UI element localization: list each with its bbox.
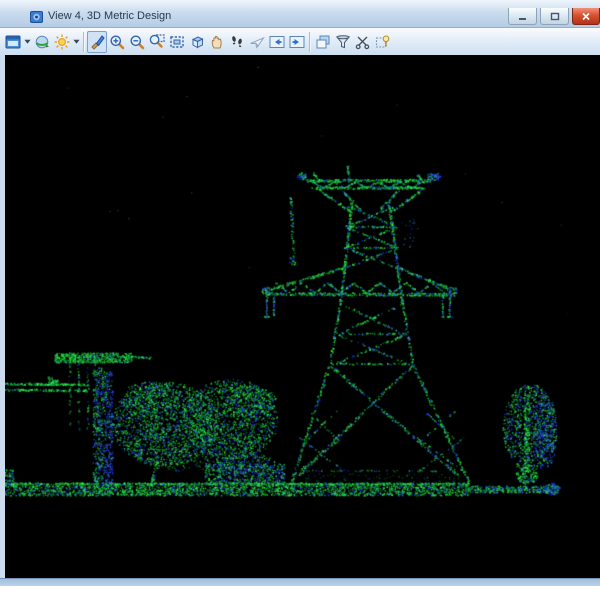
pan-view-icon <box>209 34 225 50</box>
toolbar-separator <box>309 32 311 52</box>
screen: { "window": { "title": "View 4, 3D Metri… <box>0 0 600 600</box>
view-toolbar <box>0 28 600 56</box>
viewport <box>0 55 600 578</box>
fit-view-button[interactable] <box>167 31 187 53</box>
view-next-icon <box>289 34 305 50</box>
copy-view-icon <box>315 34 331 50</box>
walk-button[interactable] <box>227 31 247 53</box>
zoom-out-button[interactable] <box>127 31 147 53</box>
view-attributes-button[interactable] <box>3 31 23 53</box>
toolbar-separator <box>83 32 85 52</box>
apply-clip-volume-icon <box>375 34 391 50</box>
view-next-button[interactable] <box>287 31 307 53</box>
title-bar-left: View 4, 3D Metric Design <box>0 10 171 27</box>
display-style-icon <box>34 34 50 50</box>
display-style-button[interactable] <box>32 31 52 53</box>
window-title: View 4, 3D Metric Design <box>48 10 171 22</box>
adjust-view-brightness-button[interactable] <box>52 31 72 53</box>
close-button[interactable] <box>572 8 600 25</box>
copy-view-button[interactable] <box>313 31 333 53</box>
apply-clip-volume-button[interactable] <box>373 31 393 53</box>
clip-mask-icon <box>355 34 371 50</box>
view-window: View 4, 3D Metric Design <box>0 0 600 586</box>
fly-icon <box>249 34 265 50</box>
maximize-button[interactable] <box>540 8 569 25</box>
desktop-background <box>0 586 600 600</box>
minimize-button[interactable] <box>508 8 537 25</box>
window-controls <box>508 8 600 25</box>
update-view-icon <box>89 34 105 50</box>
zoom-in-button[interactable] <box>107 31 127 53</box>
clip-volume-button[interactable] <box>333 31 353 53</box>
window-area-icon <box>149 34 165 50</box>
view-attributes-icon <box>5 34 21 50</box>
window-area-button[interactable] <box>147 31 167 53</box>
fit-view-icon <box>169 34 185 50</box>
update-view-button[interactable] <box>87 31 107 53</box>
point-cloud-canvas[interactable] <box>5 55 600 578</box>
view-previous-button[interactable] <box>267 31 287 53</box>
adjust-view-brightness-dropdown-caret-icon[interactable] <box>72 31 81 53</box>
view-attributes-dropdown-caret-icon[interactable] <box>23 31 32 53</box>
rotate-view-icon <box>189 34 205 50</box>
clip-mask-button[interactable] <box>353 31 373 53</box>
pan-view-button[interactable] <box>207 31 227 53</box>
view-window-icon[interactable] <box>30 10 43 22</box>
walk-icon <box>229 34 245 50</box>
rotate-view-button[interactable] <box>187 31 207 53</box>
fly-button[interactable] <box>247 31 267 53</box>
view-previous-icon <box>269 34 285 50</box>
zoom-in-icon <box>109 34 125 50</box>
zoom-out-icon <box>129 34 145 50</box>
clip-volume-icon <box>335 34 351 50</box>
adjust-view-brightness-icon <box>54 34 70 50</box>
title-bar[interactable]: View 4, 3D Metric Design <box>0 0 600 28</box>
